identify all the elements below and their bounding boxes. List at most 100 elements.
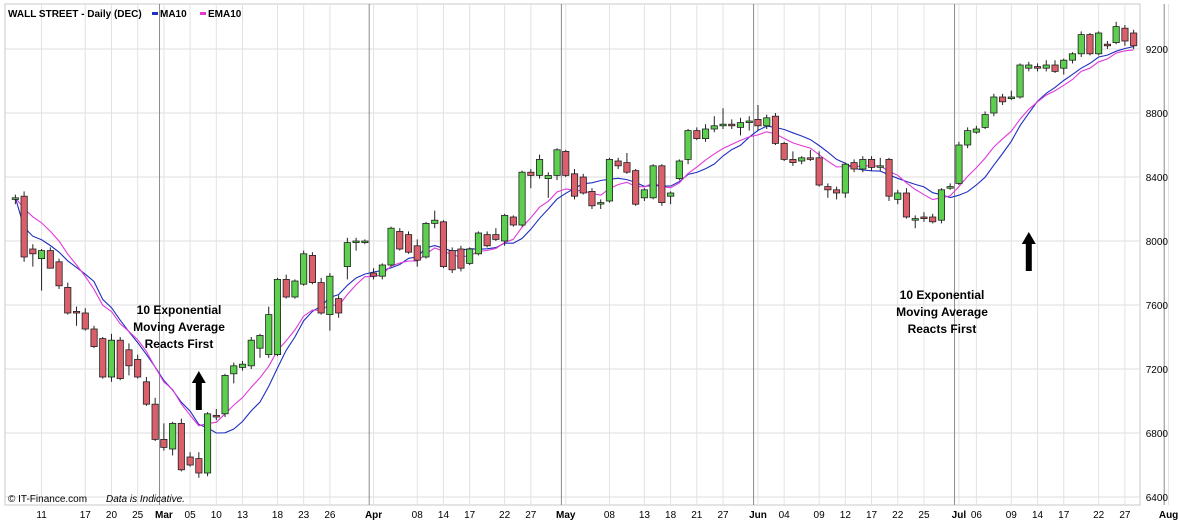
x-tick-label: May xyxy=(556,510,576,521)
candle-body xyxy=(1130,32,1138,47)
x-tick-label: 13 xyxy=(639,510,651,521)
candle xyxy=(404,231,413,254)
x-tick-label: 17 xyxy=(866,510,878,521)
legend-ema10-swatch xyxy=(200,12,206,15)
candle xyxy=(771,113,779,145)
candle xyxy=(588,188,596,209)
x-tick-label: 13 xyxy=(237,510,249,521)
candle-body xyxy=(186,456,194,466)
candle-body xyxy=(212,414,220,418)
y-tick-label: 8800 xyxy=(1146,109,1169,120)
candle-body xyxy=(55,261,63,287)
candle-body xyxy=(929,216,937,223)
candle xyxy=(518,170,526,227)
candle-body xyxy=(868,158,876,168)
candle-body xyxy=(134,358,142,378)
candle xyxy=(422,221,430,259)
candle-body xyxy=(20,195,28,258)
candle-body xyxy=(46,250,54,269)
candle xyxy=(1095,31,1103,56)
candle xyxy=(151,397,159,441)
candle-body xyxy=(343,242,351,268)
candle-body xyxy=(483,234,491,247)
candle-body xyxy=(911,218,919,221)
arrow-shaft xyxy=(195,381,202,410)
candle-body xyxy=(413,245,421,261)
x-tick-label: Jun xyxy=(749,510,767,521)
candle xyxy=(291,279,299,299)
candle-body xyxy=(317,282,325,314)
candle-body xyxy=(474,232,482,255)
candle-body xyxy=(675,160,683,180)
candle xyxy=(46,247,54,269)
candle-body xyxy=(160,438,168,448)
candle-body xyxy=(544,174,552,179)
x-tick-label: 27 xyxy=(525,510,537,521)
candle xyxy=(562,149,570,177)
candle-body xyxy=(780,142,788,160)
candle-body xyxy=(466,248,474,264)
candle xyxy=(937,188,945,224)
x-tick-label: 27 xyxy=(717,510,729,521)
disclaimer-text: Data is Indicative. xyxy=(106,494,185,505)
candle xyxy=(64,282,72,315)
x-tick-label: 14 xyxy=(1032,510,1044,521)
candle-body xyxy=(955,144,963,184)
candle-body xyxy=(431,219,439,224)
candle-body xyxy=(230,365,238,375)
candle-body xyxy=(256,334,264,349)
candle-body xyxy=(282,278,290,298)
x-tick-label: Aug xyxy=(1159,510,1178,521)
candle-body xyxy=(937,189,945,221)
candle xyxy=(675,159,683,181)
candle-body xyxy=(859,158,867,170)
candle xyxy=(474,231,482,256)
candle xyxy=(116,337,124,381)
x-tick-label: 22 xyxy=(1093,510,1105,521)
y-tick-label: 7600 xyxy=(1146,301,1169,312)
candle-body xyxy=(11,197,19,200)
candle-body xyxy=(597,202,605,205)
candle-body xyxy=(221,374,229,415)
candle xyxy=(509,215,517,227)
candle-body xyxy=(562,150,570,176)
candle xyxy=(107,333,116,382)
candle-body xyxy=(789,158,797,163)
candle-body xyxy=(142,381,151,405)
candle-body xyxy=(378,264,386,277)
y-tick-label: 9200 xyxy=(1146,45,1169,56)
candle-body xyxy=(1121,27,1129,42)
candle-body xyxy=(667,192,675,197)
candle xyxy=(605,157,613,203)
candle-body xyxy=(151,403,159,440)
candle-body xyxy=(195,458,203,474)
candle-body xyxy=(684,130,692,160)
x-tick-label: Apr xyxy=(365,510,382,521)
candle-body xyxy=(710,125,718,130)
candle-body xyxy=(614,160,622,167)
candle-body xyxy=(824,186,832,191)
annotation-text: Reacts First xyxy=(145,337,214,351)
x-tick-label: 22 xyxy=(892,510,904,521)
y-tick-label: 6400 xyxy=(1146,493,1169,504)
candle xyxy=(439,220,447,269)
arrow-shaft xyxy=(1025,242,1032,271)
candle-body xyxy=(29,248,37,255)
candle-body xyxy=(326,275,334,316)
x-tick-label: 14 xyxy=(438,510,450,521)
x-tick-label: 06 xyxy=(971,510,983,521)
annotation-text: Reacts First xyxy=(908,322,977,336)
candle-body xyxy=(981,114,989,128)
candle-body xyxy=(81,312,89,330)
candle xyxy=(571,169,579,200)
candle-body xyxy=(1077,34,1085,55)
candle xyxy=(457,245,465,272)
candle xyxy=(649,164,657,200)
x-tick-label: 11 xyxy=(36,510,47,521)
candle-body xyxy=(702,128,710,140)
candle xyxy=(20,191,28,262)
candle-body xyxy=(116,339,124,380)
y-tick-label: 8000 xyxy=(1146,237,1169,248)
candle-body xyxy=(492,234,500,240)
x-tick-label: 27 xyxy=(1119,510,1131,521)
